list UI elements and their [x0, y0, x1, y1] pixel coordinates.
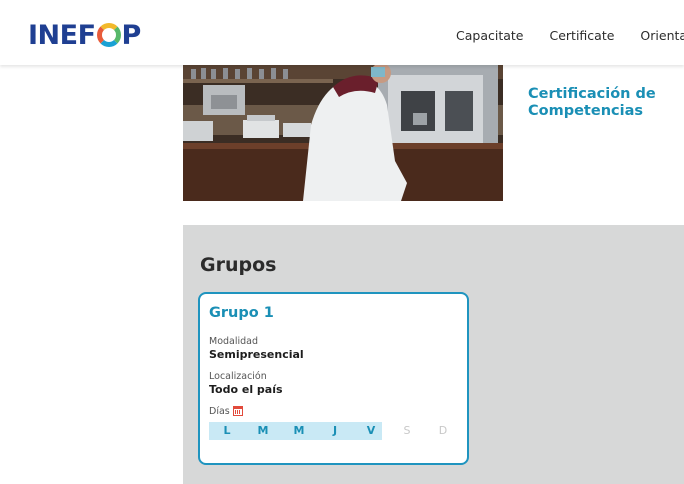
- dias-label-row: Días: [209, 406, 243, 417]
- hero-title: Certificación de Competencias: [528, 86, 656, 119]
- inefop-logo[interactable]: INEF P: [28, 18, 141, 52]
- modalidad-label: Modalidad: [209, 336, 259, 347]
- groups-title: Grupos: [200, 254, 277, 276]
- nav-item-orienta[interactable]: Orienta: [640, 28, 684, 43]
- day-miercoles: M: [293, 424, 305, 437]
- modalidad-value: Semipresencial: [209, 348, 304, 361]
- group-card[interactable]: Grupo 1 Modalidad Semipresencial Localiz…: [198, 292, 469, 465]
- cafe-worker-photo: [183, 65, 503, 201]
- day-viernes: V: [366, 424, 376, 437]
- day-sabado: S: [403, 424, 411, 437]
- nav-item-certificate[interactable]: Certificate: [549, 28, 614, 43]
- nav-item-capacitate[interactable]: Capacitate: [456, 28, 523, 43]
- localizacion-label: Localización: [209, 371, 267, 382]
- site-header: INEF P Capacitate Certificate Orienta: [0, 0, 684, 65]
- groups-section: Grupos Grupo 1 Modalidad Semipresencial …: [183, 225, 684, 484]
- logo-text-end: P: [121, 19, 142, 51]
- main-nav: Capacitate Certificate Orienta: [456, 28, 684, 43]
- logo-text-start: INEF: [28, 19, 96, 51]
- dias-label: Días: [209, 406, 230, 417]
- days-row: L M M J V S D: [209, 422, 461, 440]
- group-card-title: Grupo 1: [209, 305, 274, 321]
- calendar-icon: [232, 406, 243, 416]
- day-jueves: J: [332, 424, 338, 437]
- localizacion-value: Todo el país: [209, 383, 283, 396]
- hero-image: [183, 65, 503, 201]
- logo-ring-icon: [96, 23, 121, 47]
- day-lunes: L: [223, 424, 231, 437]
- day-martes: M: [257, 424, 269, 437]
- day-domingo: D: [438, 424, 448, 437]
